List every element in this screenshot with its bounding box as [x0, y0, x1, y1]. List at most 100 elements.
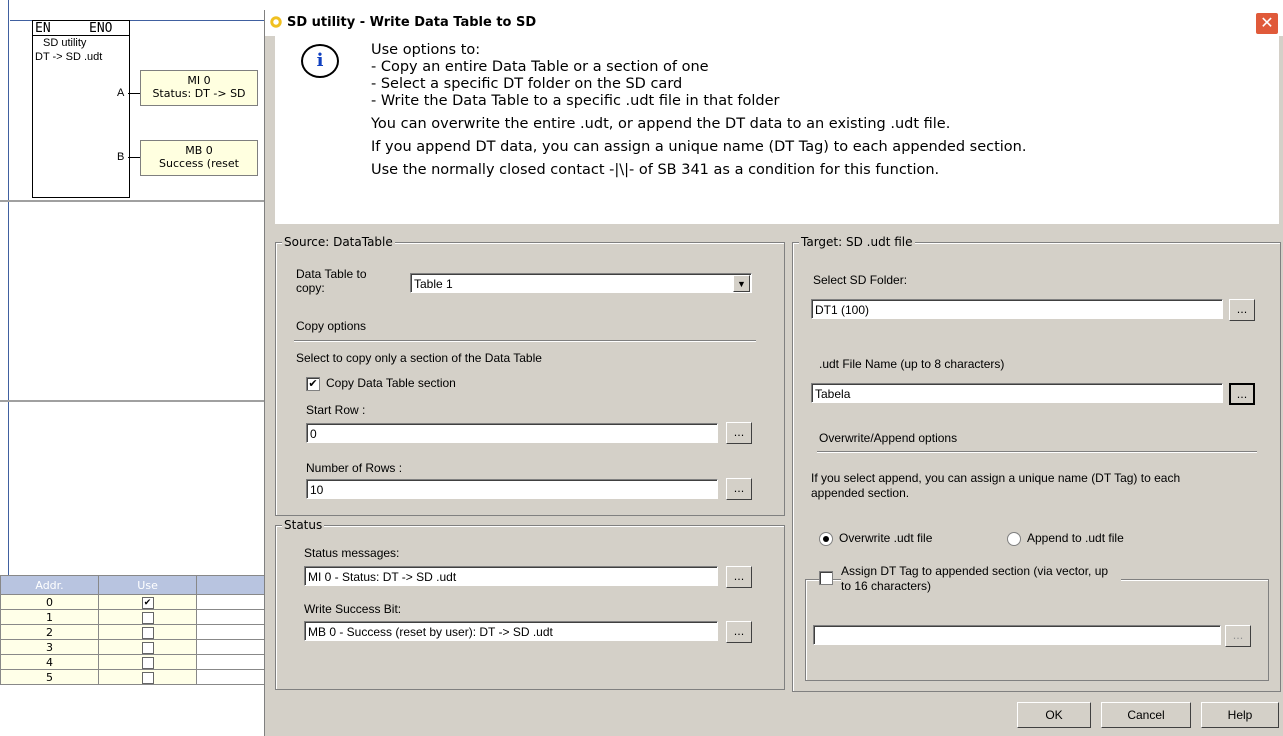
use-checkbox[interactable]: ✔: [141, 596, 154, 609]
network-separator: [0, 200, 265, 202]
addr-cell: 4: [0, 654, 100, 670]
extra-cell: [196, 594, 265, 610]
status-messages-browse-button[interactable]: ...: [726, 566, 752, 588]
overwrite-options-label: Overwrite/Append options: [819, 431, 958, 445]
success-bit-label: Write Success Bit:: [304, 602, 402, 616]
use-checkbox[interactable]: [141, 626, 154, 639]
use-cell[interactable]: [98, 669, 198, 685]
info-line: Use options to:: [371, 42, 481, 58]
tag-mb0-address: MB 0: [185, 144, 213, 157]
use-checkbox[interactable]: [141, 656, 154, 669]
extra-cell: [196, 669, 265, 685]
info-line: - Copy an entire Data Table or a section…: [371, 59, 709, 75]
num-rows-input[interactable]: 10: [306, 479, 718, 499]
copy-section-label: Copy Data Table section: [326, 376, 456, 390]
target-group: Target: SD .udt file Select SD Folder: D…: [792, 235, 1281, 692]
status-messages-field[interactable]: MI 0 - Status: DT -> SD .udt: [304, 566, 718, 586]
source-group: Source: DataTable Data Table to copy: Ta…: [275, 235, 785, 516]
power-rail: [8, 0, 9, 575]
append-radio[interactable]: [1007, 532, 1021, 546]
tag-mi0-address: MI 0: [187, 74, 211, 87]
copy-options-divider: [294, 340, 756, 342]
table-row[interactable]: 0 ✔: [0, 594, 265, 610]
addr-cell: 1: [0, 609, 100, 625]
use-checkbox[interactable]: [141, 641, 154, 654]
num-rows-browse-button[interactable]: ...: [726, 478, 752, 500]
addr-column-header: Addr.: [0, 575, 100, 595]
tag-mi0[interactable]: MI 0 Status: DT -> SD: [140, 70, 258, 106]
data-table-label: Data Table to copy:: [296, 267, 367, 295]
status-messages-label: Status messages:: [304, 546, 400, 560]
table-row[interactable]: 2: [0, 624, 265, 640]
pin-b-wire: [128, 157, 140, 158]
addr-cell: 0: [0, 594, 100, 610]
sd-folder-label: Select SD Folder:: [813, 273, 908, 287]
extra-column-header: [196, 575, 265, 595]
copy-options-label: Copy options: [296, 319, 367, 333]
use-cell[interactable]: [98, 624, 198, 640]
use-checkbox[interactable]: [141, 671, 154, 684]
udt-filename-input[interactable]: Tabela: [811, 383, 1223, 403]
chevron-down-icon[interactable]: ▼: [733, 275, 750, 292]
table-row[interactable]: 1: [0, 609, 265, 625]
ok-button[interactable]: OK: [1017, 702, 1091, 728]
select-section-hint: Select to copy only a section of the Dat…: [296, 351, 542, 365]
info-line: - Select a specific DT folder on the SD …: [371, 76, 683, 92]
use-cell[interactable]: [98, 654, 198, 670]
use-cell[interactable]: [98, 609, 198, 625]
use-cell[interactable]: [98, 639, 198, 655]
sun-icon: [269, 15, 283, 29]
dt-tag-label: Assign DT Tag to appended section (via v…: [841, 564, 1121, 594]
info-line: If you append DT data, you can assign a …: [371, 139, 1027, 155]
en-pin-label: EN: [35, 21, 51, 36]
checkmark-icon: ✔: [308, 377, 318, 390]
extra-cell: [196, 609, 265, 625]
sd-utility-function-block[interactable]: EN ENO SD utility DT -> SD .udt A B: [32, 20, 130, 198]
tag-mb0-description: Success (reset: [159, 157, 239, 170]
udt-filename-browse-button[interactable]: ...: [1229, 383, 1255, 405]
close-button[interactable]: ✕: [1255, 12, 1279, 35]
data-table-value: Table 1: [414, 277, 453, 291]
append-radio-label: Append to .udt file: [1027, 531, 1124, 545]
dt-tag-checkbox[interactable]: [819, 571, 833, 585]
addr-cell: 3: [0, 639, 100, 655]
use-checkbox[interactable]: [141, 611, 154, 624]
info-icon: i: [301, 44, 339, 78]
copy-section-checkbox[interactable]: ✔: [306, 377, 320, 391]
tag-mb0[interactable]: MB 0 Success (reset: [140, 140, 258, 176]
extra-cell: [196, 639, 265, 655]
sd-utility-dialog: SD utility - Write Data Table to SD ✕ i …: [264, 10, 1283, 736]
dialog-title: SD utility - Write Data Table to SD: [287, 15, 537, 30]
table-row[interactable]: 3: [0, 639, 265, 655]
success-bit-field[interactable]: MB 0 - Success (reset by user): DT -> SD…: [304, 621, 718, 641]
status-group: Status Status messages: MI 0 - Status: D…: [275, 518, 785, 690]
pin-a-label: A: [117, 87, 125, 99]
addr-cell: 2: [0, 624, 100, 640]
info-line: - Write the Data Table to a specific .ud…: [371, 93, 780, 109]
dialog-titlebar[interactable]: SD utility - Write Data Table to SD ✕: [265, 10, 1283, 37]
start-row-input[interactable]: 0: [306, 423, 718, 443]
cancel-button[interactable]: Cancel: [1101, 702, 1191, 728]
success-bit-browse-button[interactable]: ...: [726, 621, 752, 643]
info-line: You can overwrite the entire .udt, or ap…: [371, 116, 951, 132]
overwrite-options-divider: [817, 451, 1257, 453]
table-row[interactable]: 5: [0, 669, 265, 685]
use-cell[interactable]: ✔: [98, 594, 198, 610]
dt-tag-browse-button[interactable]: ...: [1225, 625, 1251, 647]
help-button[interactable]: Help: [1201, 702, 1279, 728]
overwrite-radio-label: Overwrite .udt file: [839, 531, 933, 545]
overwrite-radio[interactable]: [819, 532, 833, 546]
ladder-header: [0, 0, 265, 20]
info-line: Use the normally closed contact -|\|- of…: [371, 162, 940, 178]
dt-tag-input[interactable]: [813, 625, 1221, 645]
extra-cell: [196, 654, 265, 670]
eno-pin-label: ENO: [89, 21, 113, 36]
start-row-browse-button[interactable]: ...: [726, 422, 752, 444]
block-function: DT -> SD .udt: [35, 51, 103, 63]
table-row[interactable]: 4: [0, 654, 265, 670]
sd-folder-field[interactable]: DT1 (100): [811, 299, 1223, 319]
sd-folder-browse-button[interactable]: ...: [1229, 299, 1255, 321]
data-table-select[interactable]: Table 1 ▼: [410, 273, 752, 293]
pin-b-label: B: [117, 151, 125, 163]
status-group-title: Status: [282, 518, 325, 532]
